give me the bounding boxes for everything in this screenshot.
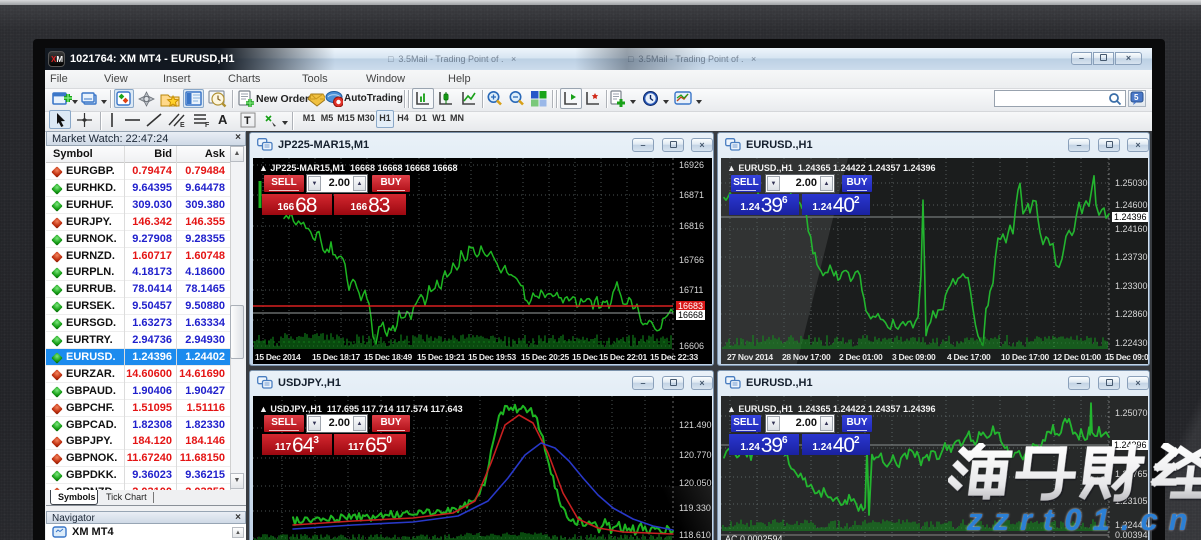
svg-text:T: T	[244, 115, 251, 127]
svg-text:F: F	[205, 122, 210, 128]
svg-text:E: E	[180, 122, 185, 128]
svg-text:5: 5	[1134, 93, 1139, 102]
